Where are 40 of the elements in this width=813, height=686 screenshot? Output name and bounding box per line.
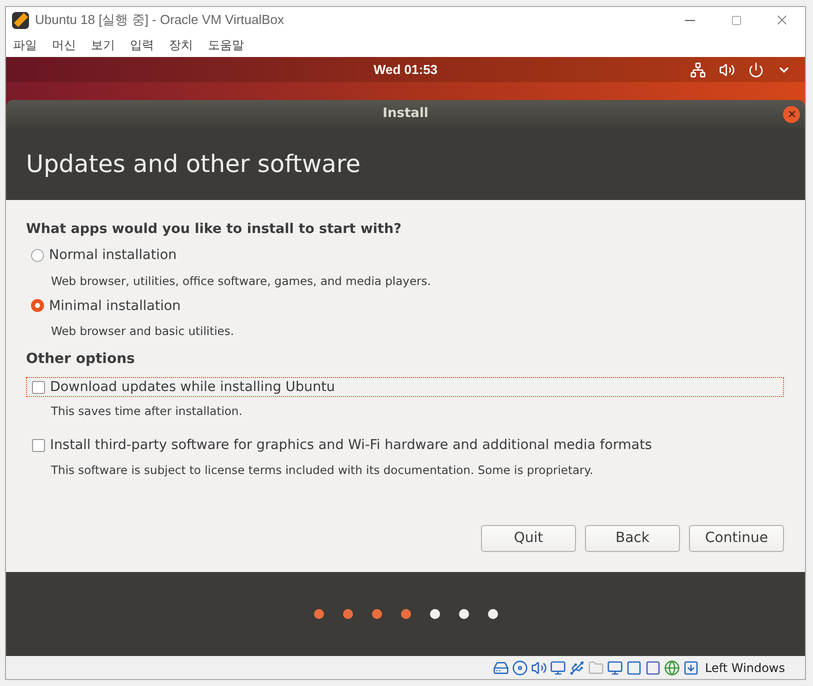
menu-item[interactable]: 파일 xyxy=(8,36,42,54)
globe-icon[interactable] xyxy=(664,660,680,676)
radio-option[interactable]: Minimal installation xyxy=(31,296,181,316)
close-button[interactable] xyxy=(783,106,800,122)
page-heading: Updates and other software xyxy=(26,149,360,180)
power-icon[interactable] xyxy=(748,62,764,78)
radio-button[interactable] xyxy=(31,248,44,262)
option-description: This software is subject to license terms included with its documentation. Some is proprietary. xyxy=(51,462,594,478)
radio-option[interactable]: Normal installation xyxy=(31,245,177,266)
option-description: This saves time after installation. xyxy=(51,403,244,420)
menu-item[interactable]: 도움말 xyxy=(203,36,249,54)
close-icon xyxy=(786,109,796,119)
checkbox-option[interactable]: Install third-party software for graphics and Wi-Fi hardware and additional media formats xyxy=(26,436,784,456)
app-logo-icon xyxy=(12,12,29,28)
checkbox-option[interactable]: Download updates while installing Ubuntu xyxy=(26,377,784,398)
arrow-down-icon[interactable] xyxy=(683,660,700,676)
dialog-button[interactable]: Quit xyxy=(481,525,576,552)
menu-item[interactable]: 보기 xyxy=(86,36,120,54)
menu-item[interactable]: 장치 xyxy=(164,36,198,54)
window-title: Ubuntu 18 [실행 중] - Oracle VM VirtualBox xyxy=(35,11,284,30)
checkbox[interactable] xyxy=(32,380,45,394)
dialog-button[interactable]: Continue xyxy=(689,525,784,552)
dialog-button[interactable]: Back xyxy=(585,525,680,552)
checkbox[interactable] xyxy=(32,439,45,452)
dialog-title: Install xyxy=(382,105,428,124)
speaker-icon[interactable] xyxy=(531,660,548,676)
host-key-label[interactable]: Left Windows xyxy=(705,658,785,676)
option-description: Web browser and basic utilities. xyxy=(51,323,236,340)
radio-button[interactable] xyxy=(31,299,44,312)
clock[interactable]: Wed 01:53 xyxy=(373,60,438,80)
option-description: Web browser, utilities, office software, games, and media players. xyxy=(51,272,432,290)
disc-icon[interactable] xyxy=(512,660,528,676)
section-heading: Other options xyxy=(26,350,136,370)
menu-item[interactable]: 입력 xyxy=(125,36,159,54)
usb-icon[interactable] xyxy=(569,660,586,676)
volume-icon[interactable] xyxy=(719,62,735,78)
display-icon[interactable] xyxy=(607,660,624,676)
question-label: What apps would you like to install to start with? xyxy=(26,220,402,239)
maximize-icon xyxy=(730,14,742,26)
menu-item[interactable]: 머신 xyxy=(47,36,81,54)
